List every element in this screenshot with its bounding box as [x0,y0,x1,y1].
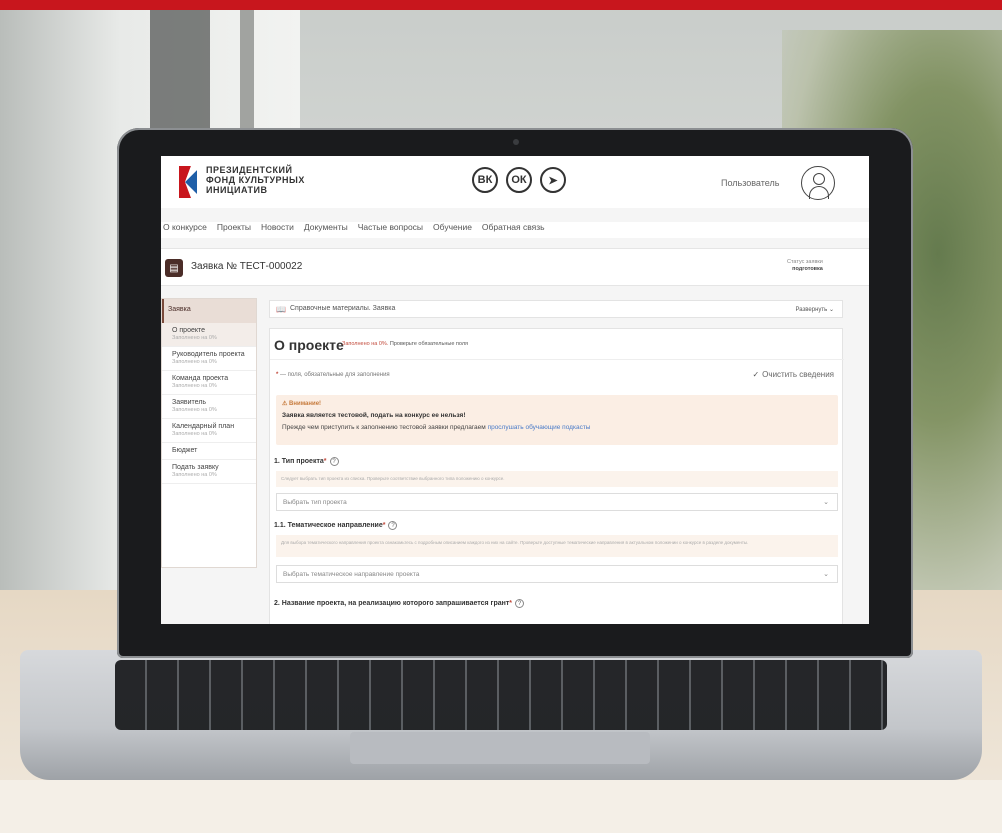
application-bar: ▤ Заявка № ТЕСТ-000022 Статус заявки под… [161,248,869,286]
sidebar-item-progress: Заполнено на 0% [172,407,217,413]
clear-data-button[interactable]: ✓ Очистить сведения [752,370,834,379]
application-icon: ▤ [165,259,183,277]
red-top-strip [0,0,1002,10]
odnoklassniki-icon[interactable]: ОК [506,167,532,193]
laptop-base [20,650,982,780]
vk-icon[interactable]: ВК [472,167,498,193]
question-thematic-direction: 1.1. Тематическое направление*? [274,521,398,530]
application-title: Заявка № ТЕСТ-000022 [191,261,302,272]
application-sidebar: Заявка О проекте Заполнено на 0% Руковод… [161,298,257,568]
project-type-hint: Следует выбрать тип проекта из списка. П… [276,471,838,487]
main-nav: О конкурсе Проекты Новости Документы Час… [161,222,869,238]
reference-materials-bar[interactable]: 📖 Справочные материалы. Заявка Развернут… [269,300,843,318]
nav-item-feedback[interactable]: Обратная связь [482,222,545,238]
sidebar-item-label: Бюджет [172,447,198,454]
webcam [513,139,519,145]
info-icon[interactable]: ? [329,457,339,466]
sidebar-item-progress: Заполнено на 0% [172,472,217,478]
fill-status: Заполнено на 0%. Проверьте обязательные … [342,341,468,347]
warning-bold-text: Заявка является тестовой, подать на конк… [282,412,466,419]
nav-item-about[interactable]: О конкурсе [163,222,207,238]
info-icon[interactable]: ? [388,521,398,530]
sidebar-item-progress: Заполнено на 0% [172,431,217,437]
sidebar-item-label: Команда проекта [172,375,229,382]
nav-item-news[interactable]: Новости [261,222,294,238]
sidebar-heading[interactable]: Заявка [162,299,256,323]
sidebar-item-team[interactable]: Команда проекта Заполнено на 0% [162,371,256,395]
logo-text: ПРЕЗИДЕНТСКИЙ ФОНД КУЛЬТУРНЫХ ИНИЦИАТИВ [206,165,305,195]
page-title: О проекте [274,337,344,353]
sidebar-item-progress: Заполнено на 0% [172,359,217,365]
required-note: * — поля, обязательные для заполнения [276,372,390,378]
sidebar-item-applicant[interactable]: Заявитель Заполнено на 0% [162,395,256,419]
sidebar-item-leader[interactable]: Руководитель проекта Заполнено на 0% [162,347,256,371]
check-required-link[interactable]: Проверьте обязательные поля [390,341,468,347]
sidebar-item-progress: Заполнено на 0% [172,383,217,389]
warning-heading: ⚠ Внимание! [282,401,322,407]
info-icon[interactable]: ? [515,599,525,608]
social-links: ВК ОК ➤ [472,167,566,193]
telegram-icon[interactable]: ➤ [540,167,566,193]
laptop-lid: ПРЕЗИДЕНТСКИЙ ФОНД КУЛЬТУРНЫХ ИНИЦИАТИВ … [117,128,913,658]
application-id: ТЕСТ-000022 [239,261,303,272]
about-project-card: О проекте Заполнено на 0%. Проверьте обя… [269,328,844,624]
sidebar-item-about[interactable]: О проекте Заполнено на 0% [162,323,256,347]
sidebar-item-label: Руководитель проекта [172,351,245,358]
sidebar-item-submit[interactable]: Подать заявку Заполнено на 0% [162,460,256,484]
podcasts-link[interactable]: прослушать обучающие подкасты [488,424,591,431]
nav-item-projects[interactable]: Проекты [217,222,251,238]
nav-item-faq[interactable]: Частые вопросы [358,222,423,238]
nav-item-education[interactable]: Обучение [433,222,472,238]
expand-button[interactable]: Развернуть ⌄ [795,306,834,313]
status-value: подготовка [792,266,823,272]
project-type-select[interactable]: Выбрать тип проекта ⌄ [276,493,838,511]
nav-item-documents[interactable]: Документы [304,222,348,238]
thematic-direction-select[interactable]: Выбрать тематическое направление проекта… [276,565,838,583]
divider [270,359,844,360]
table-edge [0,780,1002,833]
user-name[interactable]: Пользователь [721,178,779,188]
sidebar-item-label: О проекте [172,327,206,334]
chevron-down-icon: ⌄ [823,571,829,578]
laptop-screen: ПРЕЗИДЕНТСКИЙ ФОНД КУЛЬТУРНЫХ ИНИЦИАТИВ … [161,156,869,624]
question-project-type: 1. Тип проекта*? [274,457,339,466]
book-icon: 📖 [276,305,286,314]
sidebar-item-budget[interactable]: Бюджет [162,443,256,460]
thematic-direction-hint: Для выбора тематического направления про… [276,535,838,557]
site-header: ПРЕЗИДЕНТСКИЙ ФОНД КУЛЬТУРНЫХ ИНИЦИАТИВ … [161,156,869,208]
laptop-trackpad [350,732,650,764]
status-label: Статус заявки [787,259,823,265]
laptop-keyboard [115,660,887,730]
question-project-name: 2. Название проекта, на реализацию котор… [274,599,525,608]
broom-icon: ✓ [752,370,760,379]
warning-text: Прежде чем приступить к заполнению тесто… [282,424,591,431]
avatar-icon[interactable] [801,166,835,200]
sidebar-item-label: Заявитель [172,399,207,406]
fill-percent: Заполнено на 0%. [342,341,389,347]
reference-materials-label: Справочные материалы. Заявка [290,305,396,312]
sidebar-item-label: Календарный план [172,423,235,430]
application-title-prefix: Заявка № [191,261,237,272]
sidebar-item-calendar[interactable]: Календарный план Заполнено на 0% [162,419,256,443]
chevron-down-icon: ⌄ [823,499,829,506]
sidebar-item-progress: Заполнено на 0% [172,335,217,341]
sidebar-item-label: Подать заявку [172,464,219,471]
application-status: Статус заявки подготовка [787,259,823,273]
test-warning: ⚠ Внимание! Заявка является тестовой, по… [276,395,838,445]
fund-logo-icon[interactable] [171,164,201,200]
